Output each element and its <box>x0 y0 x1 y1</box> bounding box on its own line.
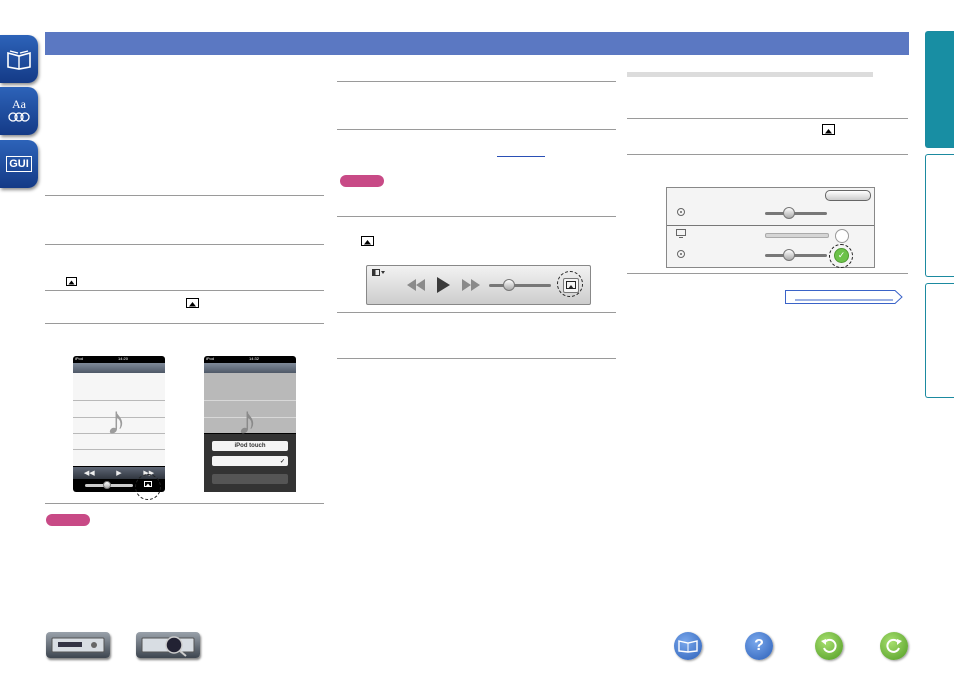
section-banner <box>45 32 909 55</box>
rewind-icon[interactable]: ◀◀ <box>84 469 95 477</box>
ipod-screen-1: iPod 14:20 ♪ ◀◀ ▶ ▶▶ <box>73 356 165 492</box>
divider <box>337 129 616 130</box>
receiver-button[interactable] <box>46 632 110 658</box>
right-tab-1[interactable] <box>925 31 954 148</box>
help-button[interactable]: ? <box>745 632 773 660</box>
note-badge <box>46 514 90 526</box>
divider <box>627 154 908 155</box>
right-tab-2[interactable] <box>925 154 954 277</box>
menu-item-label: iPod touch <box>234 443 266 449</box>
volume-knob[interactable] <box>783 249 795 261</box>
ipod-topbar <box>204 363 296 373</box>
glossary-icon <box>8 112 30 122</box>
airplay-highlight <box>135 474 161 500</box>
receiver-icon <box>51 637 105 653</box>
window-icon <box>372 269 385 276</box>
volume-knob[interactable] <box>503 279 515 291</box>
speaker-checkbox[interactable] <box>835 229 849 243</box>
receiver-magnify-button[interactable] <box>136 632 200 658</box>
divider <box>337 312 616 313</box>
divider <box>337 358 616 359</box>
computer-icon <box>676 229 686 238</box>
manual-book-icon <box>678 640 698 653</box>
divider <box>627 118 908 119</box>
cancel-button[interactable] <box>212 474 288 484</box>
dialog-button[interactable] <box>825 190 871 201</box>
right-tab-3[interactable] <box>925 283 954 398</box>
status-device: iPod <box>75 356 84 361</box>
status-device: iPod <box>206 356 215 361</box>
fast-forward-icon[interactable] <box>462 279 480 291</box>
divider <box>45 195 324 196</box>
airplay-icon <box>66 277 77 286</box>
section-heading-bar <box>627 72 873 77</box>
rewind-icon[interactable] <box>407 279 425 291</box>
play-icon[interactable] <box>437 277 450 293</box>
speaker-icon <box>677 250 685 258</box>
ipod-screen-2: iPod 14:32 ♪ iPod touch ✓ <box>204 356 296 492</box>
divider <box>45 503 324 504</box>
volume-knob[interactable] <box>103 481 111 489</box>
check-icon: ✓ <box>279 458 285 465</box>
glossary-label: Aa <box>12 97 26 111</box>
status-time: 14:20 <box>118 356 129 361</box>
back-button[interactable] <box>815 632 843 660</box>
help-icon: ? <box>754 637 764 654</box>
speaker-icon <box>677 208 685 216</box>
album-area: ♪ <box>204 373 296 441</box>
airplay-highlight <box>557 271 583 297</box>
airplay-icon <box>361 236 374 246</box>
page-link[interactable] <box>497 156 545 157</box>
book-icon <box>7 50 31 70</box>
ipod-topbar <box>73 363 165 373</box>
menu-item-selected[interactable]: ✓ <box>212 456 288 466</box>
divider <box>627 273 908 274</box>
divider <box>337 216 616 217</box>
divider <box>45 244 324 245</box>
manual-book-button[interactable] <box>674 632 702 660</box>
checkbox-highlight <box>829 244 853 268</box>
menu-item-ipod-touch[interactable]: iPod touch <box>212 441 288 451</box>
contents-tab[interactable] <box>0 35 38 83</box>
airplay-icon <box>822 124 835 135</box>
play-icon[interactable]: ▶ <box>116 469 121 477</box>
receiver-magnify-icon <box>141 636 195 657</box>
forward-button[interactable] <box>880 632 908 660</box>
note-badge <box>340 175 384 187</box>
back-icon <box>821 638 837 653</box>
glossary-tab[interactable]: Aa <box>0 87 38 135</box>
music-note-icon: ♪ <box>106 399 126 443</box>
status-time: 14:32 <box>249 356 260 361</box>
volume-knob[interactable] <box>783 207 795 219</box>
gui-tab[interactable]: GUI <box>0 140 38 188</box>
divider <box>45 290 324 291</box>
divider <box>337 81 616 82</box>
page-link-arrow[interactable] <box>785 290 903 304</box>
album-area: ♪ <box>73 373 165 466</box>
gui-icon: GUI <box>6 156 32 172</box>
airplay-icon <box>186 298 199 308</box>
forward-icon <box>886 638 902 653</box>
divider <box>45 323 324 324</box>
